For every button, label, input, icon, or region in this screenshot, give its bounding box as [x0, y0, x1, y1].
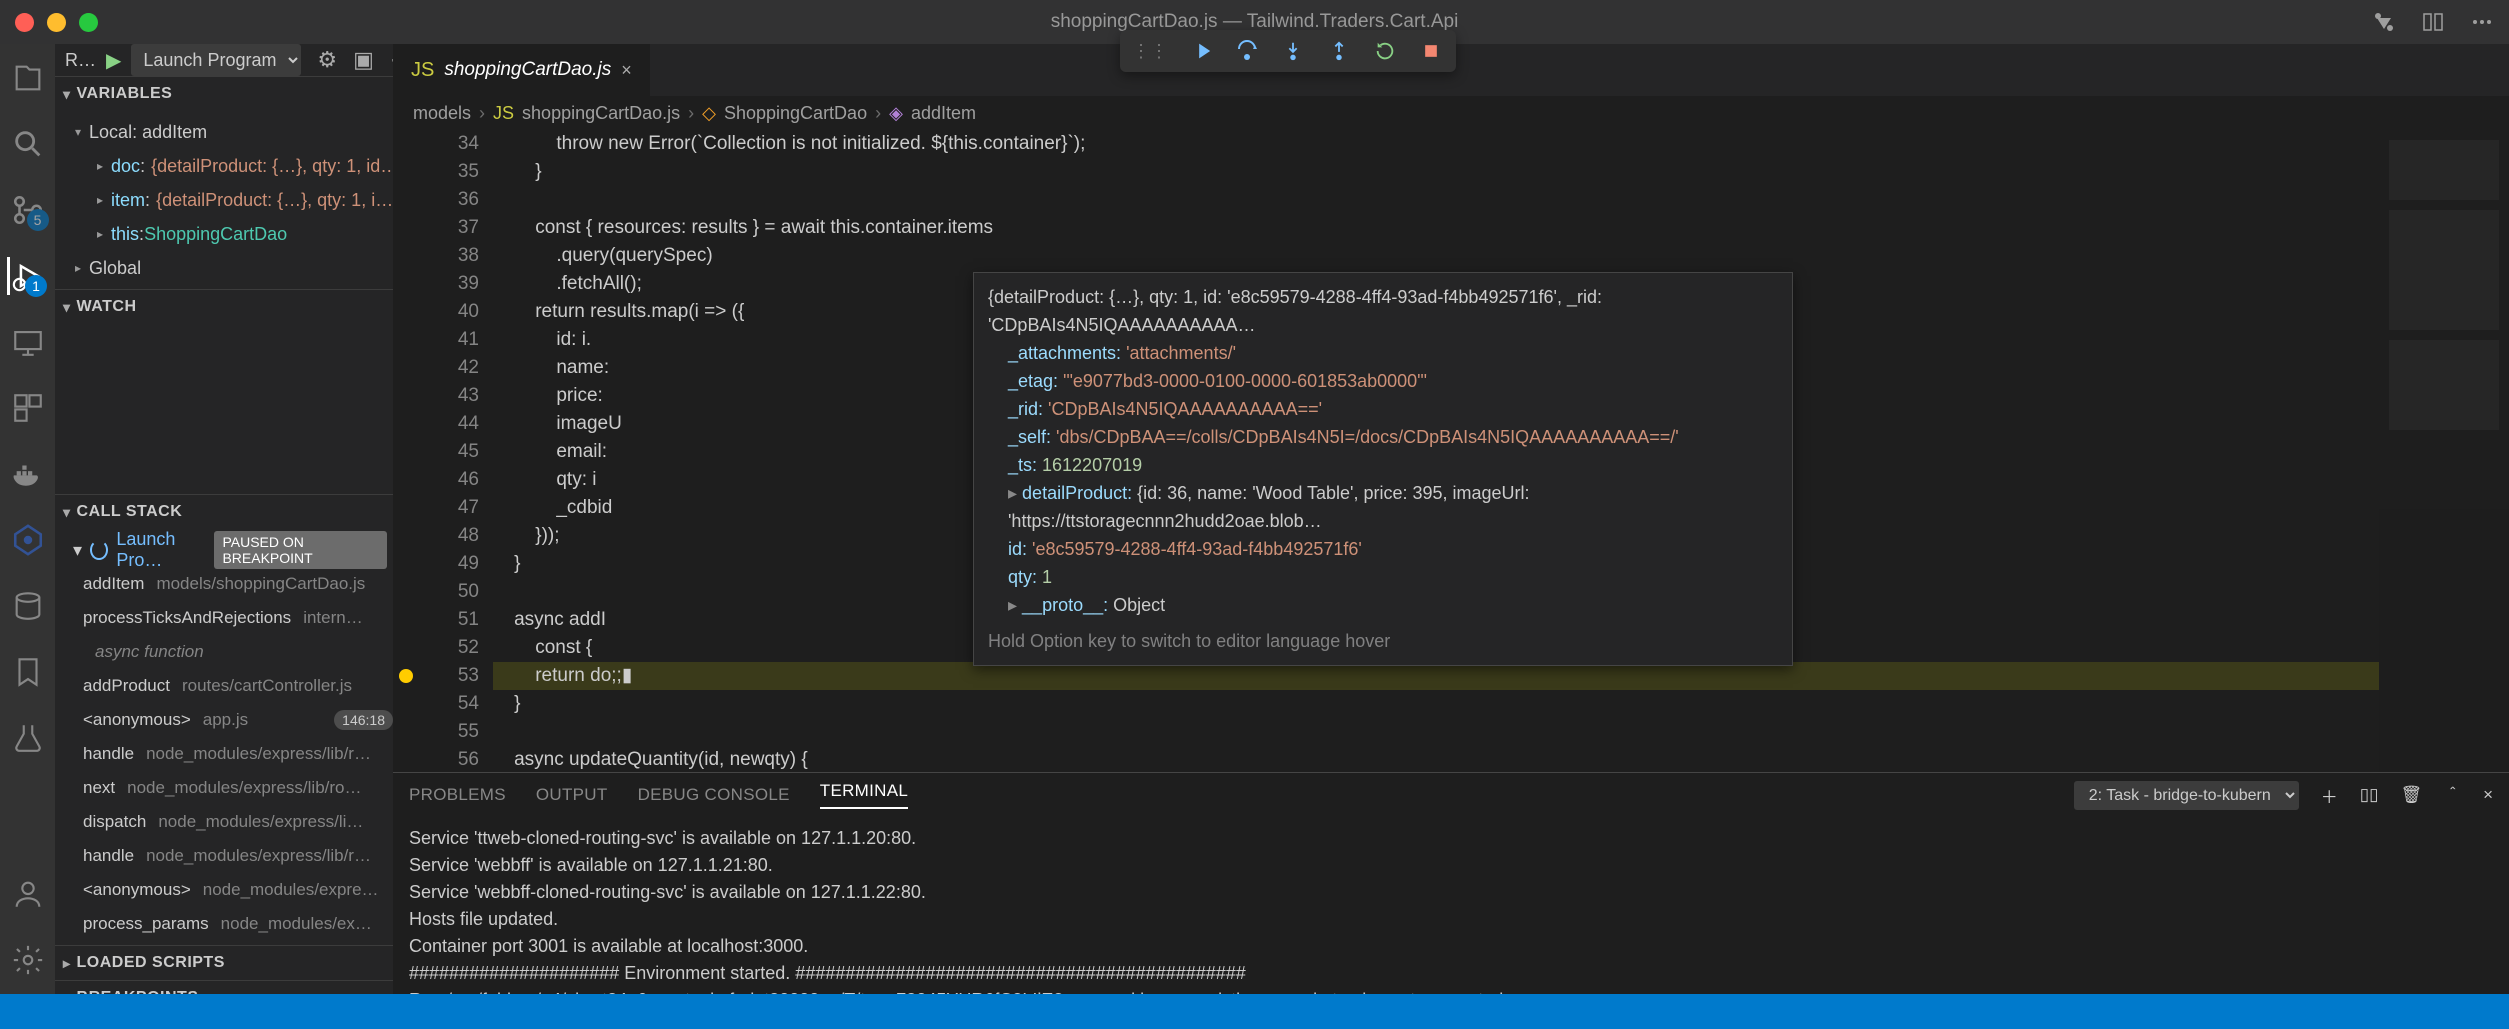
- stack-frame[interactable]: nextnode_modules/express/lib/ro…: [55, 771, 393, 805]
- debug-sidebar: R… ▶ Launch Program ⚙ ▣ ⋯ ▾VARIABLES ▾Lo…: [55, 44, 393, 994]
- new-terminal-icon[interactable]: ＋: [2321, 783, 2338, 808]
- scope-local[interactable]: ▾Local: addItem: [55, 115, 393, 149]
- close-tab-icon[interactable]: ×: [621, 60, 632, 81]
- variable-row[interactable]: ▸doc: {detailProduct: {…}, qty: 1, id…: [55, 149, 393, 183]
- docker-icon[interactable]: [9, 455, 47, 493]
- split-terminal-icon[interactable]: ▯▯: [2360, 785, 2379, 805]
- spinner-icon: [90, 540, 108, 560]
- activity-bar: 5 1: [0, 44, 55, 994]
- stack-frame[interactable]: addProductroutes/cartController.js: [55, 669, 393, 703]
- panel-tab-debug-console[interactable]: DEBUG CONSOLE: [638, 785, 790, 805]
- scm-icon[interactable]: 5: [9, 191, 47, 229]
- debug-toolbar[interactable]: ⋮⋮: [1120, 30, 1456, 72]
- launch-config-select[interactable]: Launch Program: [131, 44, 301, 76]
- debug-badge: 1: [25, 275, 47, 297]
- stack-frame[interactable]: handlenode_modules/express/lib/r…: [55, 839, 393, 873]
- thread-row[interactable]: ▾Launch Pro…PAUSED ON BREAKPOINT: [55, 533, 393, 567]
- close-panel-icon[interactable]: ×: [2483, 785, 2493, 805]
- panel-tab-terminal[interactable]: TERMINAL: [820, 781, 908, 809]
- trash-icon[interactable]: 🗑: [2400, 785, 2422, 805]
- variables-section-header[interactable]: ▾VARIABLES: [55, 77, 393, 111]
- settings-gear-icon[interactable]: [9, 941, 47, 979]
- scm-badge: 5: [27, 209, 49, 231]
- remote-explorer-icon[interactable]: [9, 323, 47, 361]
- pause-reason-badge: PAUSED ON BREAKPOINT: [214, 531, 387, 569]
- stack-frame[interactable]: processTicksAndRejectionsintern…: [55, 601, 393, 635]
- explorer-icon[interactable]: [9, 59, 47, 97]
- maximize-panel-icon[interactable]: ＾: [2444, 783, 2461, 808]
- status-bar: [0, 994, 2509, 1029]
- stop-button[interactable]: [1418, 38, 1444, 64]
- maximize-window-icon[interactable]: [79, 13, 98, 32]
- minimize-window-icon[interactable]: [47, 13, 66, 32]
- breadcrumbs[interactable]: models› JSshoppingCartDao.js› ◇ShoppingC…: [393, 96, 2509, 130]
- restart-button[interactable]: [1372, 38, 1398, 64]
- terminal-task-select[interactable]: 2: Task - bridge-to-kubern: [2074, 781, 2299, 810]
- drag-handle-icon[interactable]: ⋮⋮: [1132, 41, 1168, 62]
- scope-global[interactable]: ▸Global: [55, 251, 393, 285]
- beaker-icon[interactable]: [9, 719, 47, 757]
- variable-row[interactable]: ▸this: ShoppingCartDao: [55, 217, 393, 251]
- stack-frame[interactable]: <anonymous>node_modules/expre…: [55, 873, 393, 907]
- bottom-panel: PROBLEMS OUTPUT DEBUG CONSOLE TERMINAL 2…: [393, 772, 2509, 994]
- stack-frame[interactable]: async function: [55, 635, 393, 669]
- config-prefix: R…: [65, 50, 96, 71]
- loaded-scripts-header[interactable]: ▸LOADED SCRIPTS: [55, 946, 393, 980]
- stack-frame[interactable]: dispatchnode_modules/express/li…: [55, 805, 393, 839]
- panel-tab-output[interactable]: OUTPUT: [536, 785, 608, 805]
- stack-frame[interactable]: process_paramsnode_modules/ex…: [55, 907, 393, 941]
- class-icon: ◇: [702, 103, 716, 124]
- account-icon[interactable]: [9, 875, 47, 913]
- debug-hover-popup: {detailProduct: {…}, qty: 1, id: 'e8c595…: [973, 272, 1793, 666]
- step-into-button[interactable]: [1280, 38, 1306, 64]
- tab-shoppingcartdao[interactable]: JS shoppingCartDao.js ×: [393, 44, 650, 96]
- database-icon[interactable]: [9, 587, 47, 625]
- method-icon: ◈: [889, 103, 903, 124]
- run-debug-icon[interactable]: 1: [7, 257, 45, 295]
- step-over-button[interactable]: [1234, 38, 1260, 64]
- debug-console-icon[interactable]: ▣: [353, 47, 374, 73]
- call-stack-section-header[interactable]: ▾CALL STACK: [55, 495, 393, 529]
- stack-frame[interactable]: addItemmodels/shoppingCartDao.js: [55, 567, 393, 601]
- more-actions-icon[interactable]: [2470, 10, 2494, 34]
- compare-changes-icon[interactable]: [2372, 10, 2396, 34]
- js-file-icon: JS: [411, 59, 434, 82]
- split-editor-icon[interactable]: [2421, 10, 2445, 34]
- terminal-output[interactable]: Service 'ttweb-cloned-routing-svc' is av…: [393, 817, 2509, 994]
- panel-tab-problems[interactable]: PROBLEMS: [409, 785, 506, 805]
- bookmark-icon[interactable]: [9, 653, 47, 691]
- close-window-icon[interactable]: [15, 13, 34, 32]
- stack-frame[interactable]: <anonymous>app.js146:18: [55, 703, 393, 737]
- window-controls: [0, 13, 98, 32]
- extensions-icon[interactable]: [9, 389, 47, 427]
- search-icon[interactable]: [9, 125, 47, 163]
- variable-row[interactable]: ▸item: {detailProduct: {…}, qty: 1, i…: [55, 183, 393, 217]
- stack-frame[interactable]: handlenode_modules/express/lib/r…: [55, 737, 393, 771]
- start-debug-icon[interactable]: ▶: [106, 48, 121, 73]
- step-out-button[interactable]: [1326, 38, 1352, 64]
- config-gear-icon[interactable]: ⚙: [317, 47, 337, 73]
- continue-button[interactable]: [1188, 38, 1214, 64]
- js-file-icon: JS: [493, 103, 514, 124]
- minimap[interactable]: [2379, 130, 2509, 772]
- kubernetes-icon[interactable]: [9, 521, 47, 559]
- editor[interactable]: 3435363738394041424344454647484950515253…: [393, 130, 2509, 772]
- watch-section-header[interactable]: ▾WATCH: [55, 290, 393, 324]
- breakpoints-header[interactable]: ▾BREAKPOINTS: [55, 981, 393, 994]
